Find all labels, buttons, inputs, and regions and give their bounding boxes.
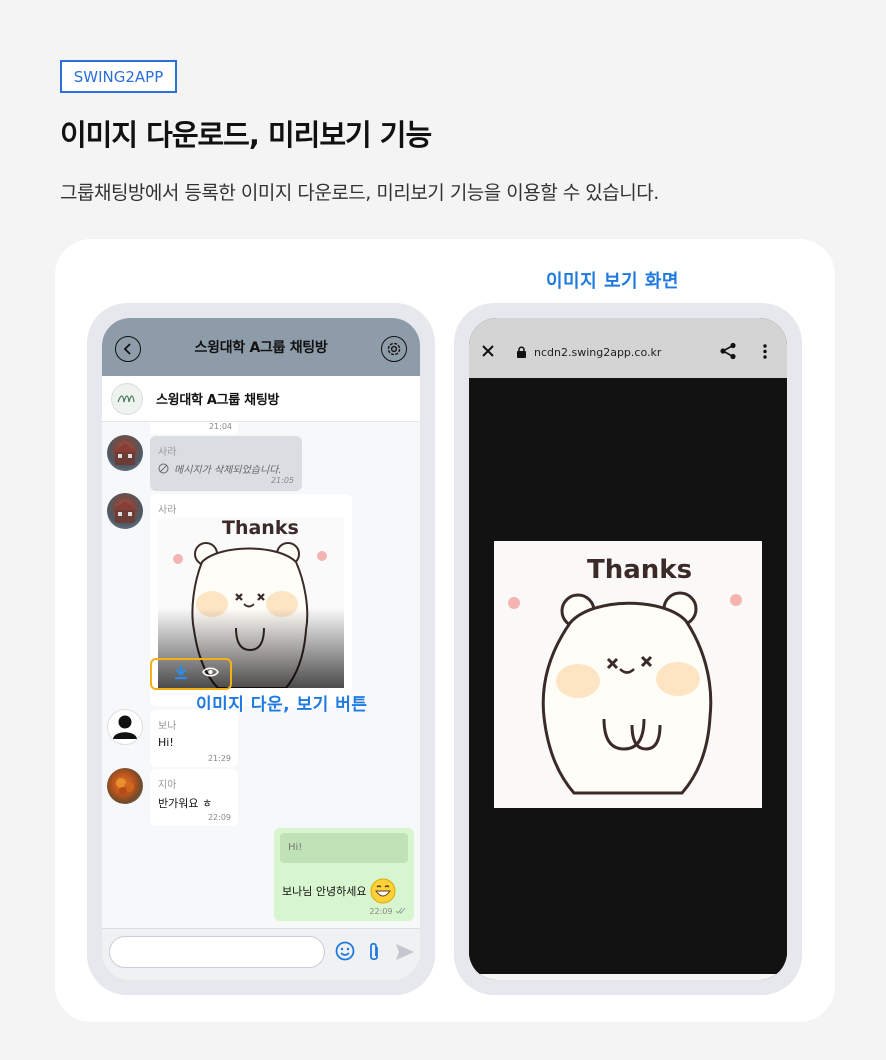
deleted-text: 메시지가 삭제되었습니다.: [174, 465, 282, 476]
avatar-photo-icon: [116, 778, 134, 795]
download-view-highlight: [150, 658, 232, 690]
message-text: Hi!: [158, 736, 174, 749]
read-check-icon: [395, 907, 406, 914]
sticker-text: Thanks: [222, 518, 299, 539]
chat-header: 스윙대학 A그룹 채팅방: [102, 318, 420, 376]
avatar[interactable]: [107, 435, 143, 471]
deleted-notice: 메시지가 삭제되었습니다.: [158, 461, 282, 476]
more-menu-icon[interactable]: [763, 344, 767, 359]
page-description: 그룹채팅방에서 등록한 이미지 다운로드, 미리보기 기능을 이용할 수 있습니…: [60, 182, 659, 204]
avatar[interactable]: [107, 768, 143, 804]
room-info-bar: 스윙대학 A그룹 채팅방: [102, 376, 420, 422]
my-message-body: 보나님 안녕하세요: [282, 878, 396, 904]
message-input[interactable]: [109, 936, 325, 968]
close-icon[interactable]: [481, 344, 495, 358]
share-icon[interactable]: [719, 342, 737, 360]
prohibited-icon: [158, 463, 169, 474]
avatar-photo-icon: [113, 501, 137, 523]
back-button[interactable]: [115, 336, 141, 362]
room-logo: [111, 382, 143, 415]
deleted-message: 사라 메시지가 삭제되었습니다. 21:05: [150, 436, 302, 491]
full-image[interactable]: Thanks: [494, 541, 762, 808]
attachment-icon[interactable]: [367, 941, 381, 963]
room-logo-icon: [117, 394, 135, 402]
sender-name: 지아: [158, 780, 177, 791]
settings-button[interactable]: [381, 336, 407, 362]
text-message: 보나 Hi! 21:29: [150, 710, 238, 767]
lock-icon: [517, 346, 526, 358]
page-title: 이미지 다운로드, 미리보기 기능: [60, 118, 432, 152]
my-message: Hi! 보나님 안녕하세요 22:09: [274, 828, 414, 921]
send-icon[interactable]: [395, 943, 415, 961]
sender-name: 사라: [158, 505, 177, 516]
phone-chat: 스윙대학 A그룹 채팅방 스윙대학 A그룹 채팅방 21:04 사라 메시지가 …: [87, 303, 435, 995]
my-message-meta: 22:09: [369, 907, 406, 916]
quoted-message[interactable]: Hi!: [280, 833, 408, 863]
message-time: 22:09: [369, 907, 393, 916]
chat-title: 스윙대학 A그룹 채팅방: [194, 340, 328, 356]
sticker-text: Thanks: [587, 555, 692, 585]
message-text: 반가워요 ㅎ: [158, 797, 213, 810]
person-icon: [113, 715, 137, 739]
room-name: 스윙대학 A그룹 채팅방: [156, 393, 280, 408]
screen-bottom-edge: [469, 974, 787, 980]
browser-toolbar: ncdn2.swing2app.co.kr: [469, 318, 787, 378]
sender-name: 사라: [158, 447, 177, 458]
text-message: 지아 반가워요 ㅎ 22:09: [150, 769, 238, 826]
viewer-screen: ncdn2.swing2app.co.kr Thanks: [469, 318, 787, 980]
phone-viewer: ncdn2.swing2app.co.kr Thanks: [454, 303, 802, 995]
image-viewer: Thanks: [469, 378, 787, 974]
message-time: 22:09: [207, 813, 231, 822]
chevron-left-icon: [123, 343, 131, 355]
message-input-bar: [102, 928, 420, 980]
browser-url[interactable]: ncdn2.swing2app.co.kr: [534, 346, 661, 359]
message-time: 21:29: [207, 754, 231, 763]
message-time: 21:05: [270, 476, 294, 485]
sender-name: 보나: [158, 721, 177, 732]
avatar[interactable]: [107, 709, 143, 745]
viewer-screen-label: 이미지 보기 화면: [546, 271, 679, 292]
avatar-photo-icon: [113, 443, 137, 465]
gear-icon: [387, 342, 401, 356]
emoji-icon[interactable]: [335, 941, 355, 961]
chat-screen: 스윙대학 A그룹 채팅방 스윙대학 A그룹 채팅방 21:04 사라 메시지가 …: [102, 318, 420, 980]
message-text: 보나님 안녕하세요: [282, 885, 367, 898]
avatar[interactable]: [107, 493, 143, 529]
grin-emoji-icon: [370, 878, 396, 904]
brand-badge: SWING2APP: [60, 60, 177, 93]
previous-message-time: 21:04: [150, 422, 238, 434]
bear-thanks-sticker: Thanks: [508, 555, 742, 795]
